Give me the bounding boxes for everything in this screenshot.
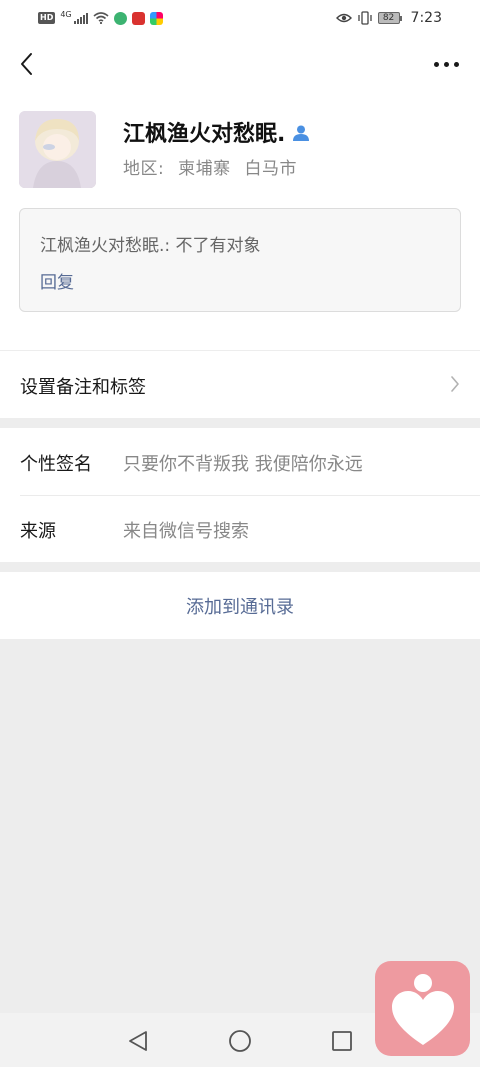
system-back-button[interactable] [125,1028,151,1054]
set-remark-cell[interactable]: 设置备注和标签 [0,351,480,418]
person-icon [291,124,311,142]
heart-person-icon [391,973,454,1045]
eye-icon [335,13,352,23]
system-recents-button[interactable] [329,1028,355,1054]
more-dots-icon [433,61,439,67]
color-app-icon [149,11,163,25]
wifi-icon [93,12,109,24]
vibrate-icon [357,11,372,25]
greeting-message: 江枫渔火对愁眠.: 不了有对象 [40,236,261,256]
region-label: 地区: [123,159,165,179]
profile-header: 江枫渔火对愁眠. 地区: 柬埔寨 白马市 江枫渔火对愁眠.: 不了有对象 回复 [0,92,480,350]
region-info: 地区: 柬埔寨 白马市 [123,154,297,179]
region-city: 白马市 [244,159,298,179]
set-remark-label: 设置备注和标签 [20,377,146,398]
signature-label: 个性签名 [20,454,92,475]
signature-value: 只要你不背叛我 我便陪你永远 [123,454,363,475]
reply-link[interactable]: 回复 [40,268,74,293]
name-row: 江枫渔火对愁眠. [123,116,311,148]
profile-name: 江枫渔火对愁眠. [123,122,286,147]
chevron-left-icon [21,53,32,75]
signal-icon [73,12,88,24]
greeting-box: 江枫渔火对愁眠.: 不了有对象 回复 [19,208,461,312]
status-bar: HD 4G 82 7:23 [0,0,480,36]
check-app-icon [113,11,127,25]
top-nav [0,36,480,92]
avatar-illustration [19,111,96,188]
more-button[interactable] [428,48,464,80]
chevron-right-icon [451,376,459,392]
hd-badge: HD [38,12,56,24]
clock: 7:23 [410,10,442,26]
add-to-contacts-button[interactable]: 添加到通讯录 [0,572,480,639]
info-section: 个性签名 只要你不背叛我 我便陪你永远 来源 来自微信号搜索 [0,428,480,562]
square-recents-icon [332,1031,352,1051]
status-right: 82 7:23 [335,10,442,26]
triangle-back-icon [129,1031,147,1051]
back-button[interactable] [12,48,40,80]
source-value: 来自微信号搜索 [123,521,249,542]
battery-icon: 82 [377,12,402,24]
red-app-icon [131,11,145,25]
signature-row: 个性签名 只要你不背叛我 我便陪你永远 [0,428,480,496]
status-left: HD 4G [38,9,163,25]
circle-home-icon [229,1030,251,1052]
avatar[interactable] [19,111,96,188]
network-type: 4G [60,9,72,19]
system-home-button[interactable] [227,1028,253,1054]
region-area: 柬埔寨 [178,159,231,179]
source-label: 来源 [20,521,56,542]
source-row: 来源 来自微信号搜索 [0,495,480,562]
add-to-contacts-label: 添加到通讯录 [186,596,294,618]
floating-app-bubble[interactable] [375,961,470,1056]
